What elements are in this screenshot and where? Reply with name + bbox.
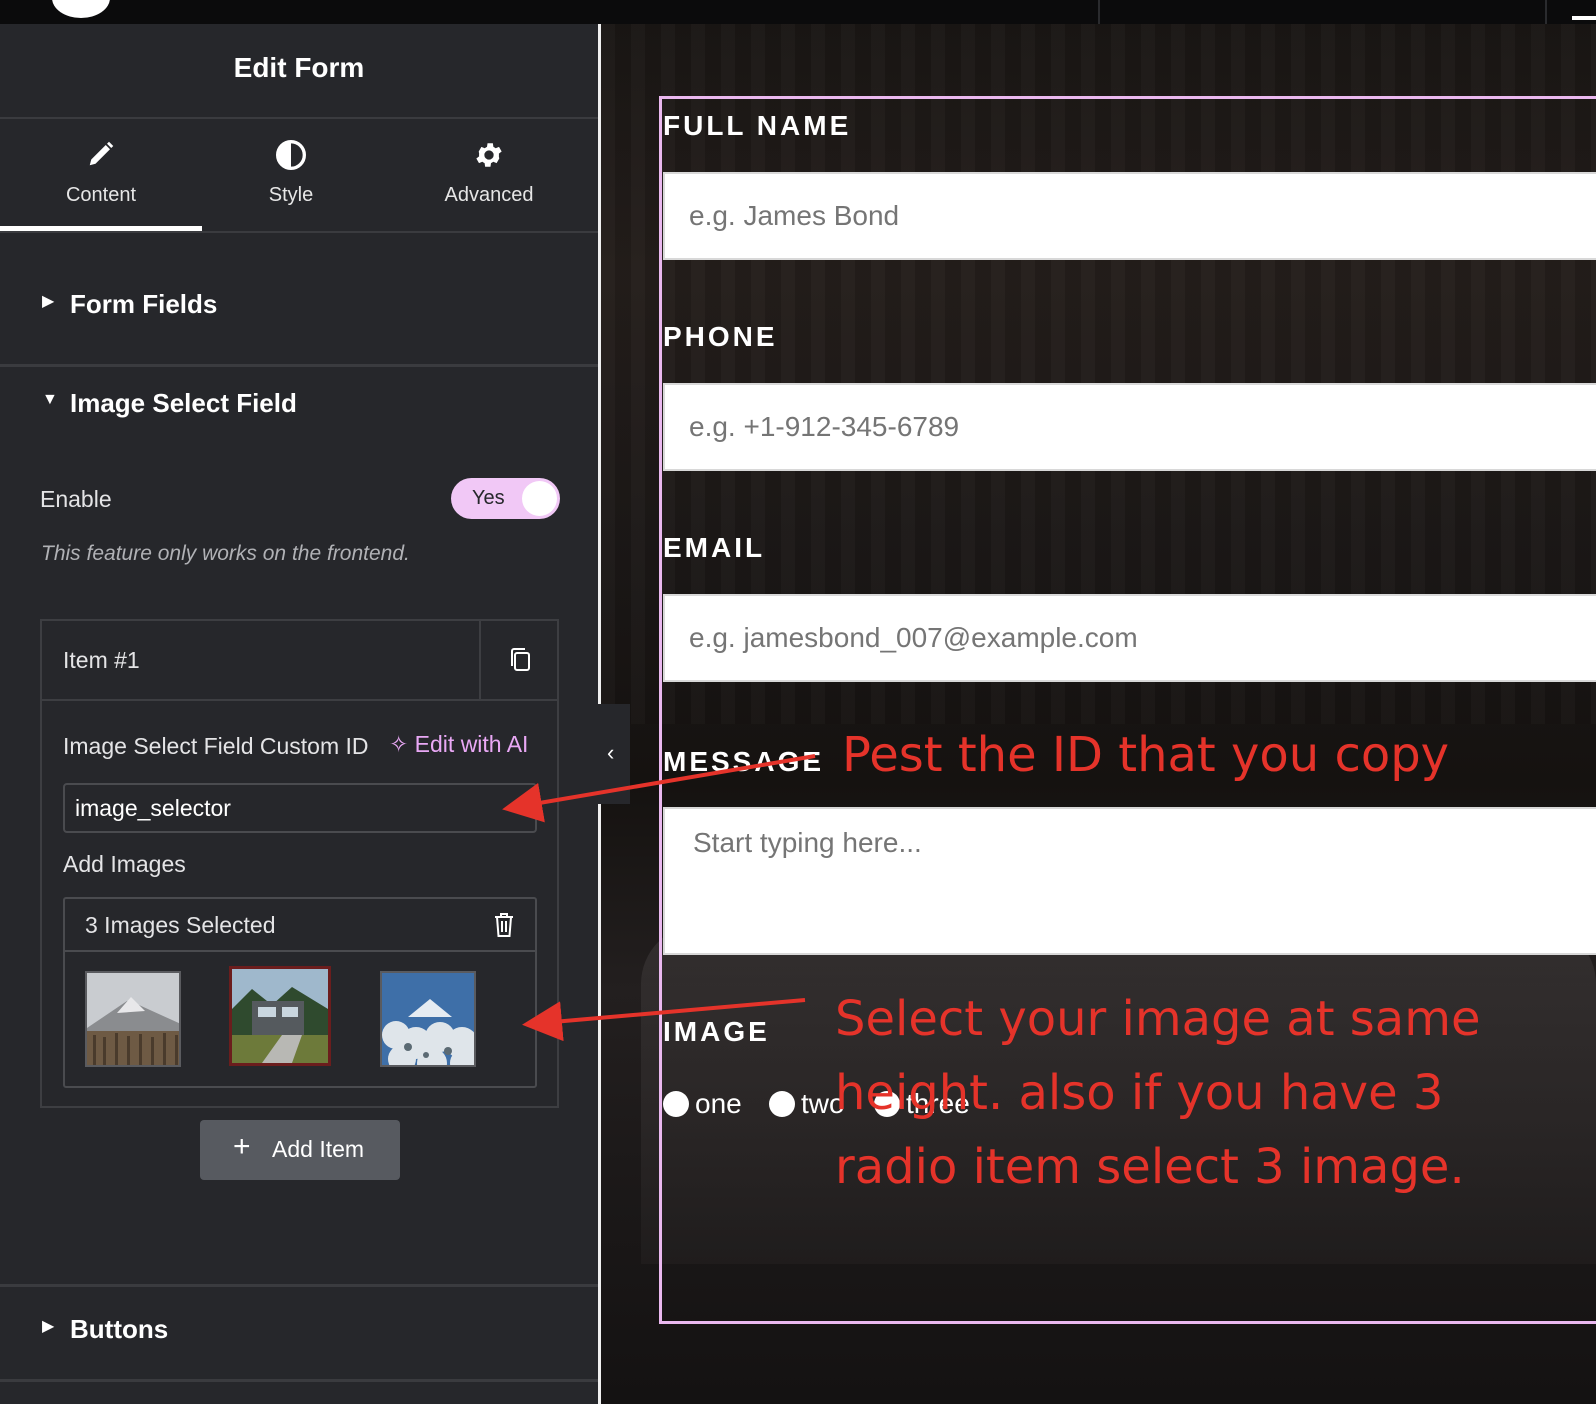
annotation-select-image: Select your image at same height. also i… [835, 982, 1481, 1204]
annotation-line: height. also if you have 3 [835, 1065, 1444, 1121]
annotation-line: Select your image at same [835, 991, 1481, 1047]
annotation-paste-id: Pest the ID that you copy [842, 727, 1450, 783]
annotation-line: radio item select 3 image. [835, 1139, 1465, 1195]
annotation-arrow [502, 754, 816, 823]
annotation-arrow [522, 998, 806, 1042]
